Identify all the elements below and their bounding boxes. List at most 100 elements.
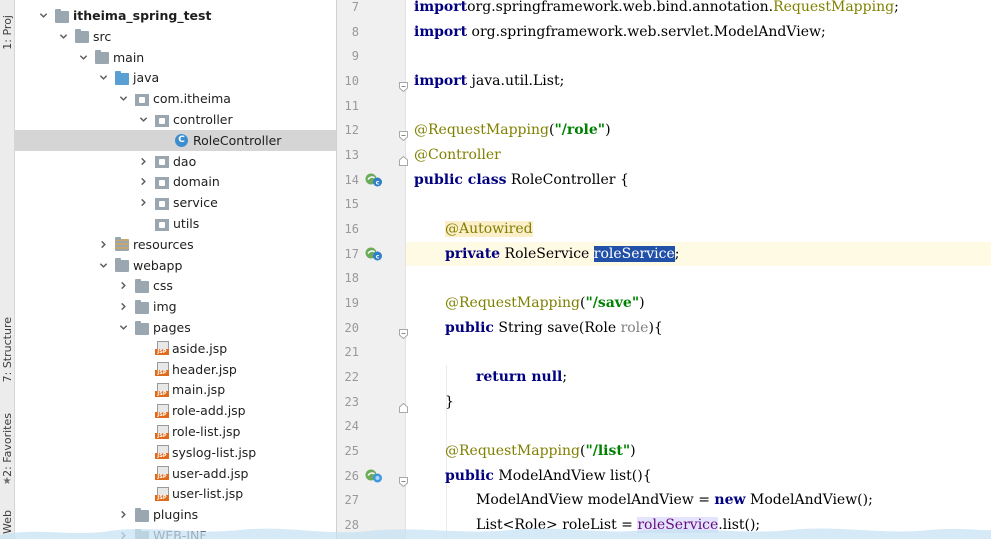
chevron-down-icon[interactable] [137,114,149,126]
project-tool-tab[interactable]: 1: Proj [0,2,14,62]
tree-item[interactable]: JSP header.jsp [15,359,336,380]
code-token: ; [562,368,568,385]
tree-item[interactable]: domain [15,171,336,192]
package-icon [155,197,169,210]
code-token: RoleService [500,245,594,262]
code-line[interactable]: @Autowired [445,217,533,241]
chevron-right-icon[interactable] [117,301,129,313]
code-line[interactable]: return null; [476,365,567,389]
tree-item[interactable]: img [15,296,336,317]
package-icon [155,156,169,169]
tree-item-label: main.jsp [172,382,226,398]
line-number: 8 [351,24,359,39]
code-line[interactable]: import org.springframework.web.bind.annot… [414,0,899,19]
code-token: public [445,319,494,336]
code-line[interactable]: public String save(Role role){ [445,316,663,340]
chevron-right-icon[interactable] [137,155,149,167]
tree-item[interactable]: com.itheima [15,88,336,109]
tree-item[interactable]: css [15,275,336,296]
tree-item[interactable]: JSP syslog-list.jsp [15,442,336,463]
favorites-tool-tab-label: 2: Favorites [0,413,14,477]
favorites-tool-tab[interactable]: 2: Favorites ★ [0,405,14,495]
tree-item[interactable]: src [15,26,336,47]
code-token: ModelAndView modelAndView = [476,492,715,509]
editor-gutter[interactable]: 7 8 9 10 11 12 13 14 c 15 16 17 c 18 19 20 21 22 23 24 25 26 2… [337,0,408,539]
code-line[interactable]: } [445,390,454,414]
tree-item[interactable]: utils [15,213,336,234]
chevron-down-icon[interactable] [117,93,129,105]
code-line[interactable]: import org.springframework.web.servlet.M… [414,20,826,44]
fold-start-icon[interactable] [399,324,408,339]
tree-item[interactable]: itheima_spring_test [15,5,336,26]
package-icon [155,114,169,127]
chevron-right-icon[interactable] [97,238,109,250]
tree-item-label: com.itheima [153,91,231,107]
tree-item[interactable]: JSP role-list.jsp [15,421,336,442]
chevron-right-icon[interactable] [137,176,149,188]
tree-item[interactable]: JSP role-add.jsp [15,400,336,421]
chevron-down-icon[interactable] [97,259,109,271]
project-tree[interactable]: itheima_spring_test src main java com.itheim… [15,0,337,539]
chevron-down-icon[interactable] [37,10,49,22]
tree-item[interactable]: JSP user-list.jsp [15,483,336,504]
tree-item[interactable]: main [15,47,336,68]
tree-item[interactable]: dao [15,151,336,172]
code-token: @RequestMapping [414,122,549,139]
line-number: 16 [344,221,359,236]
package-icon [155,176,169,189]
tree-item[interactable]: pages [15,317,336,338]
code-line[interactable]: @RequestMapping("/list") [445,439,636,463]
code-line[interactable]: import java.util.List; [414,69,564,93]
code-line[interactable]: public class RoleController { [414,168,629,192]
chevron-right-icon[interactable] [137,197,149,209]
spring-bean-gutter-icon[interactable]: c [365,246,383,262]
tree-item[interactable]: controller [15,109,336,130]
spring-web-gutter-icon[interactable] [365,468,383,484]
tree-item-label: main [113,49,145,65]
tree-item-label: user-list.jsp [172,486,244,502]
fold-start-icon[interactable] [399,126,408,142]
code-line[interactable]: public ModelAndView list(){ [445,464,652,488]
tree-item[interactable]: webapp [15,255,336,276]
chevron-right-icon[interactable] [117,509,129,521]
code-token: return null [476,368,563,385]
fold-start-icon[interactable] [399,77,408,93]
tree-item[interactable]: JSP main.jsp [15,379,336,400]
tree-item[interactable]: service [15,192,336,213]
code-line[interactable]: private RoleService roleService; [445,242,679,266]
chevron-down-icon[interactable] [57,30,69,42]
package-icon [135,93,149,106]
code-token: java.util.List; [467,72,565,89]
tree-item[interactable]: C RoleController [15,129,336,151]
tree-item-label: webapp [133,257,183,273]
tree-item[interactable]: resources [15,234,336,255]
code-line[interactable]: @Controller [414,143,501,167]
tree-item[interactable]: JSP aside.jsp [15,338,336,359]
code-line[interactable]: ModelAndView modelAndView = new ModelAnd… [476,488,873,512]
tree-item[interactable]: JSP user-add.jsp [15,463,336,484]
code-token: RequestMapping [773,0,895,15]
line-number: 12 [344,123,359,138]
chevron-right-icon[interactable] [117,280,129,292]
jsp-file-icon: JSP [155,486,169,501]
fold-end-icon[interactable] [399,151,408,166]
tree-item-label: RoleController [193,132,282,148]
chevron-down-icon[interactable] [117,322,129,334]
fold-start-icon[interactable] [399,472,408,487]
code-token: @RequestMapping [445,442,580,459]
chevron-down-icon[interactable] [77,51,89,63]
structure-tool-tab[interactable]: 7: Structure [0,310,14,390]
code-line[interactable]: @RequestMapping("/role") [414,118,611,142]
folder-icon [135,320,149,335]
line-number: 19 [344,295,359,310]
code-token: ) [630,442,636,459]
fold-end-icon[interactable] [399,398,408,413]
tree-item-label: pages [153,320,191,335]
chevron-down-icon[interactable] [97,72,109,84]
code-line[interactable]: @RequestMapping("/save") [445,291,645,315]
tree-item-label: role-add.jsp [172,403,246,419]
spring-bean-gutter-icon[interactable]: c [365,172,383,188]
tree-item-label: dao [173,153,197,169]
code-editor[interactable]: 7 8 9 10 11 12 13 14 c 15 16 17 c 18 19 20 21 22 23 24 25 26 2… [337,0,991,539]
tree-item[interactable]: java [15,67,336,88]
